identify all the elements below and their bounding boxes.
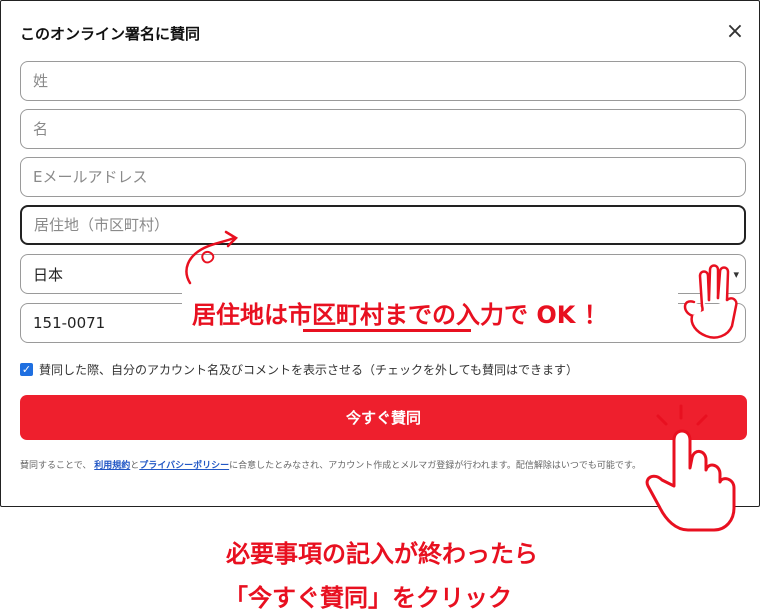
pointing-hand-icon (645, 404, 736, 532)
instruction-caption-line1: 必要事項の記入が終わったら (226, 540, 538, 568)
privacy-policy-link[interactable]: プライバシーポリシー (139, 461, 229, 471)
consent-label: 賛同した際、自分のアカウント名及びコメントを表示させる（チェックを外しても賛同は… (39, 363, 579, 377)
terms-of-service-link[interactable]: 利用規約 (94, 461, 130, 471)
email-field[interactable] (20, 157, 746, 197)
callout-text: 居住地は市区町村までの入力で OK ！ (192, 301, 608, 329)
terms-suffix: に合意したとみなされ、アカウント作成とメルマガ登録が行われます。配信解除はいつで… (229, 461, 641, 471)
city-field[interactable] (20, 205, 746, 245)
instruction-caption-line2: 「今すぐ賛同」をクリック (224, 584, 512, 612)
country-value: 日本 (33, 265, 64, 284)
callout-underline (303, 329, 471, 332)
sign-now-label: 今すぐ賛同 (345, 409, 421, 427)
consent-row: ✓ 賛同した際、自分のアカウント名及びコメントを表示させる（チェックを外しても賛… (20, 361, 578, 378)
terms-text: 賛同することで、 利用規約とプライバシーポリシーに合意したとみなされ、アカウント… (20, 458, 720, 471)
dialog-title: このオンライン署名に賛同 (20, 25, 201, 43)
zip-value: 151-0071 (33, 314, 106, 332)
first-name-field[interactable] (20, 109, 746, 149)
terms-prefix: 賛同することで、 (20, 461, 92, 471)
close-icon[interactable]: × (723, 19, 747, 45)
consent-checkbox[interactable]: ✓ (20, 363, 33, 376)
last-name-field[interactable] (20, 61, 746, 101)
terms-and: と (130, 461, 140, 471)
ok-hand-icon (683, 264, 738, 339)
